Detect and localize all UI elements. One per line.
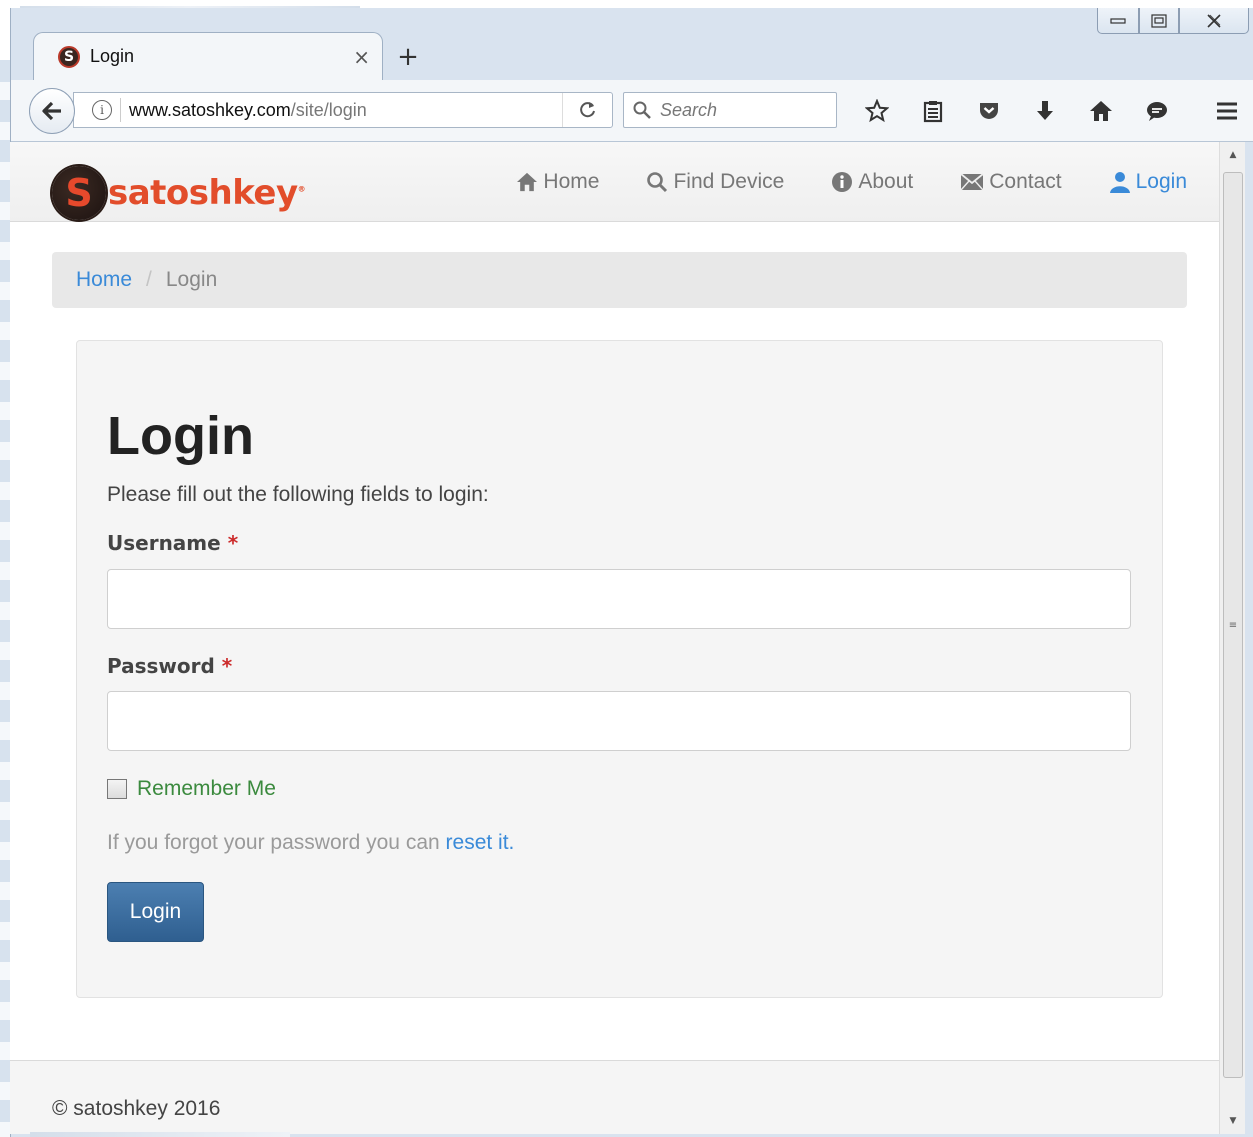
clipboard-icon <box>923 101 943 123</box>
search-icon <box>633 101 651 119</box>
new-tab-button[interactable]: + <box>391 40 425 74</box>
site-info-icon[interactable]: i <box>92 100 112 120</box>
chat-icon <box>1147 102 1167 121</box>
site-favicon-icon: S <box>58 45 80 68</box>
desktop-left-edge <box>0 60 10 1137</box>
home-icon <box>1090 101 1112 121</box>
hamburger-icon <box>1217 102 1237 120</box>
login-description: Please fill out the following fields to … <box>107 483 489 506</box>
envelope-icon <box>960 173 984 191</box>
nav-find-device[interactable]: Find Device <box>646 170 784 194</box>
bookmark-star-button[interactable] <box>849 94 905 128</box>
breadcrumb-current: Login <box>165 268 218 291</box>
page-viewport: S satoshkey® Home Find Device About Cont… <box>10 142 1219 1134</box>
page-scrollbar[interactable]: ▲ ≡ ▼ <box>1219 142 1245 1134</box>
back-arrow-icon <box>42 101 61 121</box>
reset-password-link[interactable]: reset it. <box>446 831 515 854</box>
pocket-button[interactable] <box>961 94 1017 128</box>
pocket-icon <box>980 103 998 119</box>
tab-close-icon[interactable]: × <box>353 45 370 69</box>
url-path: /site/login <box>290 99 367 120</box>
breadcrumb: Home / Login <box>52 252 1187 308</box>
site-navbar: S satoshkey® Home Find Device About Cont… <box>10 142 1219 222</box>
browser-toolbar: i www.satoshkey.com/site/login Search <box>11 80 1253 142</box>
forgot-text: If you forgot your password you can <box>107 831 440 854</box>
username-label-text: Username <box>107 531 221 555</box>
tab-login[interactable]: S Login × <box>33 32 383 80</box>
login-button[interactable]: Login <box>107 882 204 942</box>
password-input[interactable] <box>107 691 1131 751</box>
remember-me-label[interactable]: Remember Me <box>137 777 276 801</box>
nav-login-label: Login <box>1135 170 1187 193</box>
username-label: Username * <box>107 531 238 555</box>
user-icon <box>1109 171 1131 193</box>
checkbox-icon[interactable] <box>107 779 127 799</box>
search-box[interactable]: Search <box>623 92 837 128</box>
brand-text: satoshkey <box>108 173 298 213</box>
required-asterisk: * <box>227 531 239 555</box>
reading-list-button[interactable] <box>905 94 961 128</box>
page-title: Login <box>107 406 254 466</box>
password-label: Password * <box>107 654 232 678</box>
home-icon <box>516 172 538 192</box>
downloads-button[interactable] <box>1017 94 1073 128</box>
nav-about[interactable]: About <box>831 170 913 194</box>
info-icon <box>831 171 853 193</box>
menu-button[interactable] <box>1199 94 1253 128</box>
login-panel: Login Please fill out the following fiel… <box>76 340 1163 998</box>
toolbar-icons <box>849 94 1253 128</box>
site-menu: Home Find Device About Contact Login <box>469 170 1187 194</box>
address-bar[interactable]: i www.satoshkey.com/site/login <box>73 92 613 128</box>
registered-mark: ® <box>297 184 306 194</box>
nav-contact-label: Contact <box>989 170 1062 193</box>
nav-find-device-label: Find Device <box>673 170 785 193</box>
password-label-text: Password <box>107 654 215 678</box>
scrollbar-thumb[interactable]: ≡ <box>1223 172 1243 1078</box>
nav-login[interactable]: Login <box>1109 170 1187 194</box>
url-host: www.satoshkey.com <box>129 99 291 120</box>
reload-icon <box>579 102 595 118</box>
brand-name: satoshkey® <box>108 173 306 213</box>
copyright-text: © satoshkey 2016 <box>52 1097 221 1120</box>
nav-contact[interactable]: Contact <box>960 170 1062 194</box>
remember-me-checkbox[interactable]: Remember Me <box>107 777 276 801</box>
footer: © satoshkey 2016 <box>10 1060 1219 1134</box>
nav-home[interactable]: Home <box>516 170 599 194</box>
tab-title: Login <box>90 46 135 66</box>
star-icon <box>865 99 889 123</box>
nav-home-label: Home <box>543 170 600 193</box>
breadcrumb-separator: / <box>146 268 152 291</box>
url-text[interactable]: www.satoshkey.com/site/login <box>129 100 562 121</box>
forgot-password-text: If you forgot your password you can rese… <box>107 831 514 855</box>
search-placeholder: Search <box>660 99 718 120</box>
home-button[interactable] <box>1073 94 1129 128</box>
download-icon <box>1037 101 1053 120</box>
reload-button[interactable] <box>562 93 612 127</box>
brand-logo-link[interactable]: S satoshkey® <box>52 166 306 220</box>
tab-strip: S Login × + <box>11 8 1253 80</box>
username-input[interactable] <box>107 569 1131 629</box>
required-asterisk: * <box>221 654 233 678</box>
nav-about-label: About <box>858 170 914 193</box>
desktop-bottom <box>30 1132 290 1137</box>
satoshkey-logo: S <box>52 166 106 220</box>
url-separator <box>120 98 121 122</box>
breadcrumb-home-link[interactable]: Home <box>76 268 132 292</box>
scroll-down-arrow-icon[interactable]: ▼ <box>1220 1108 1246 1134</box>
search-icon <box>646 171 668 193</box>
chat-button[interactable] <box>1129 94 1185 128</box>
scroll-up-arrow-icon[interactable]: ▲ <box>1220 142 1246 168</box>
back-button[interactable] <box>29 88 75 134</box>
